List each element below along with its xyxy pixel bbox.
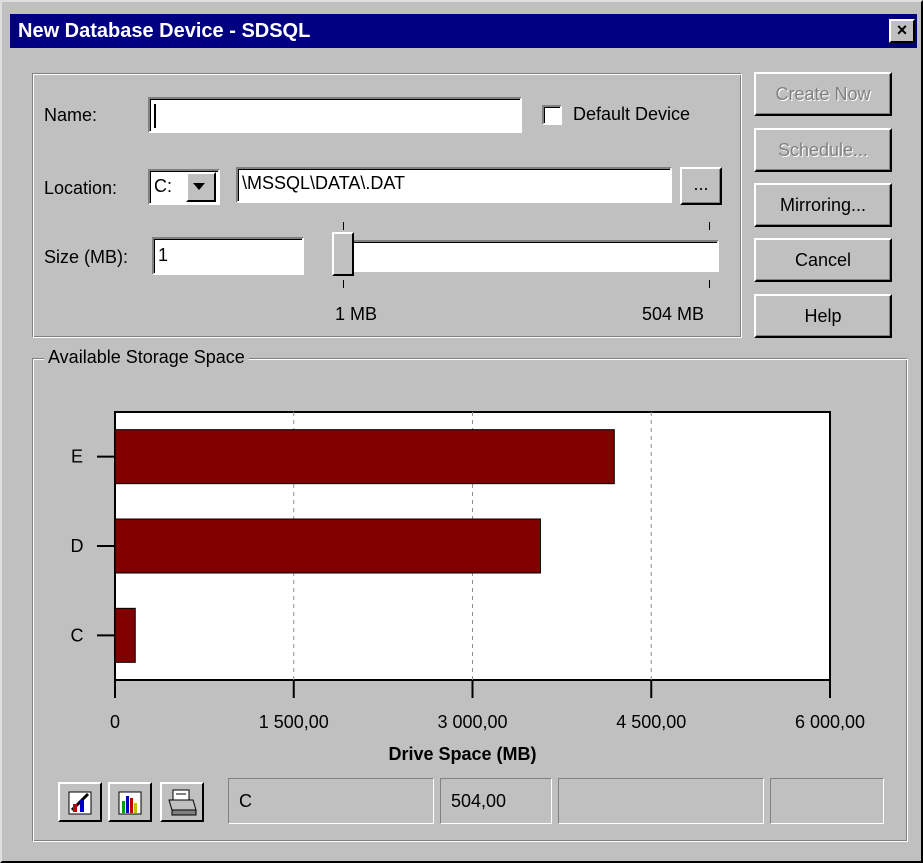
size-input-value: 1 [158,245,169,265]
printer-icon [168,789,197,816]
name-label: Name: [44,105,97,126]
slider-min-label: 1 MB [335,304,378,324]
drive-select-value: C: [154,176,172,196]
slider-tick-min-top [343,222,344,230]
status-value-cell: 504,00 [440,778,552,824]
slider-tick-min-bottom [343,280,344,288]
x-tick-label: 1 500,00 [259,712,329,732]
help-label: Help [804,306,842,326]
cancel-label: Cancel [794,250,852,270]
x-tick-label: 6 000,00 [795,712,865,732]
status-drive: C [239,791,252,811]
y-tick-label: D [71,536,84,556]
size-slider-thumb[interactable] [332,232,354,276]
bar-d [114,518,541,574]
mirroring-button[interactable]: Mirroring... [754,183,892,227]
chart-wizard-button[interactable] [58,782,102,822]
status-value: 504,00 [451,791,507,811]
create-now-label: Create Now [775,84,871,104]
path-input-value: \MSSQL\DATA\.DAT [242,173,406,193]
title-bar[interactable]: New Database Device - SDSQL × [10,14,917,48]
browse-button[interactable]: ... [680,167,722,205]
close-icon: × [896,20,908,40]
storage-bar-chart: 0 1 500,00 3 000,00 4 500,00 6 000,00 C D E Driv… [71,411,865,764]
default-device-checkbox[interactable] [542,105,562,125]
chart-wizard-icon [68,791,92,815]
mirroring-label: Mirroring... [779,195,866,215]
dialog-window: New Database Device - SDSQL × Name: Defa… [0,0,923,863]
slider-max-label: 504 MB [642,304,705,324]
status-drive-cell: C [228,778,434,824]
bar-e [114,429,615,485]
y-tick-label: E [71,447,83,467]
default-device-label[interactable]: Default Device [573,104,690,125]
close-button[interactable]: × [889,19,915,43]
x-tick-label: 3 000,00 [437,712,507,732]
help-button[interactable]: Help [754,294,892,338]
window-title: New Database Device - SDSQL [18,20,311,42]
print-button[interactable] [160,782,204,822]
name-input[interactable] [148,97,522,133]
x-tick-label: 0 [110,712,120,732]
schedule-label: Schedule... [777,140,869,160]
storage-group-label: Available Storage Space [44,347,249,368]
status-cell-3 [558,778,764,824]
cancel-button[interactable]: Cancel [754,238,892,282]
text-caret [154,104,156,128]
location-label: Location: [44,178,118,198]
schedule-button[interactable]: Schedule... [754,128,892,172]
y-tick-label: C [71,625,84,645]
bar-chart-icon [118,791,142,815]
size-label: Size (MB): [44,247,129,267]
name-label-text: Name: [44,105,98,125]
bar-c [114,607,136,663]
create-now-button[interactable]: Create Now [754,72,892,116]
x-axis-label: Drive Space (MB) [388,744,536,764]
dropdown-arrow-icon[interactable] [186,172,216,202]
slider-tick-max-top [709,222,710,230]
slider-tick-max-bottom [709,280,710,288]
browse-button-label: ... [693,174,709,194]
status-cell-4 [770,778,884,824]
size-input[interactable]: 1 [152,237,304,275]
chart-type-button[interactable] [108,782,152,822]
size-slider-track[interactable] [335,240,719,272]
path-input[interactable]: \MSSQL\DATA\.DAT [236,167,672,203]
x-tick-label: 4 500,00 [616,712,686,732]
drive-select[interactable]: C: [148,169,220,205]
